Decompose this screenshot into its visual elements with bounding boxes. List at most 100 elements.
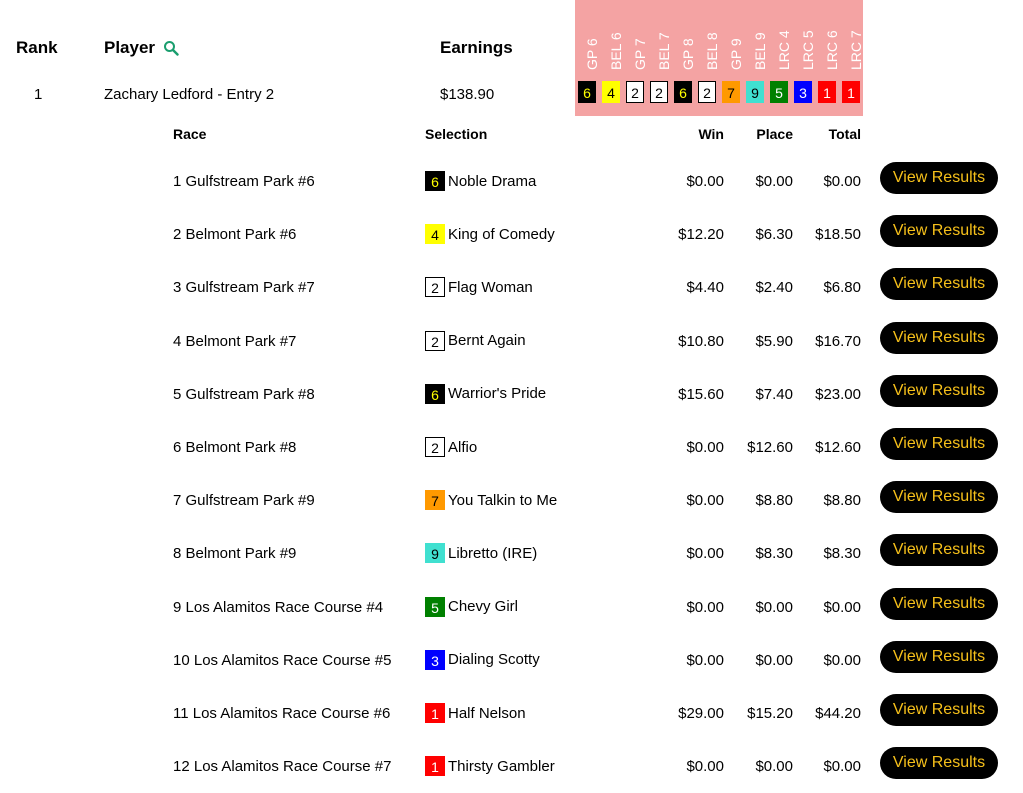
post-number-chip: 2: [425, 277, 445, 298]
view-results-button[interactable]: View Results: [880, 321, 998, 354]
win-amount: $0.00: [686, 492, 724, 510]
view-results-button[interactable]: View Results: [880, 268, 998, 301]
table-row: 1 Gulfstream Park #6 6 Noble Drama $0.00 $0.…: [0, 155, 1023, 208]
race-name: 9 Los Alamitos Race Course #4: [173, 598, 384, 616]
win-amount: $0.00: [686, 758, 724, 776]
race-name: 11 Los Alamitos Race Course #6: [173, 705, 391, 722]
total-amount: $8.80: [823, 492, 861, 510]
post-number-chip: 4: [425, 224, 445, 245]
race-name: 1 Gulfstream Park #6: [173, 173, 315, 190]
view-results-button[interactable]: View Results: [880, 428, 998, 460]
selection: 5 Chevy Girl: [425, 596, 519, 617]
race-name: 5 Gulfstream Park #8: [173, 385, 315, 403]
horse-name: You Talkin to Me: [448, 491, 558, 509]
table-row: 7 Gulfstream Park #9 7 You Talkin to Me $0.…: [0, 474, 1023, 527]
post-number-chip: 7: [425, 490, 445, 511]
win-amount: $0.00: [686, 439, 724, 456]
race-col-label: LRC 5: [800, 30, 816, 70]
table-row: 11 Los Alamitos Race Course #6 1 Half Nels…: [0, 687, 1023, 740]
player-header-label: Player: [104, 38, 156, 57]
horse-name: Half Nelson: [448, 704, 526, 722]
race-col-label: GP 6: [584, 38, 600, 70]
race-name: 10 Los Alamitos Race Course #5: [173, 651, 392, 669]
horse-name: Flag Woman: [448, 278, 533, 296]
selection: 2 Flag Woman: [425, 277, 533, 298]
selection: 7 You Talkin to Me: [425, 490, 558, 511]
selection: 4 King of Comedy: [425, 224, 555, 245]
earnings-header: Earnings: [440, 38, 513, 57]
race-col-label: LRC 6: [824, 30, 840, 70]
pick-chip: 7: [722, 81, 740, 103]
view-results-button[interactable]: View Results: [880, 534, 998, 567]
selection: 9 Libretto (IRE): [425, 543, 537, 564]
table-row: 8 Belmont Park #9 9 Libretto (IRE) $0.00 $8.…: [0, 527, 1023, 580]
entry-rank: 1: [34, 86, 43, 103]
total-amount: $0.00: [823, 173, 861, 190]
pick-chip: 2: [650, 81, 668, 103]
race-col-label: BEL 8: [704, 32, 720, 70]
race-col-header: Race: [173, 126, 207, 142]
view-results-button[interactable]: View Results: [880, 481, 998, 514]
race-name: 12 Los Alamitos Race Course #7: [173, 758, 392, 776]
table-row: 6 Belmont Park #8 2 Alfio $0.00 $12.60 $12.60…: [0, 421, 1023, 474]
view-results-button[interactable]: View Results: [880, 162, 998, 194]
race-name: 7 Gulfstream Park #9: [173, 492, 315, 510]
pick-chip: 2: [698, 81, 716, 103]
win-col-header: Win: [698, 126, 724, 142]
win-amount: $0.00: [686, 651, 724, 669]
view-results-button[interactable]: View Results: [880, 694, 998, 726]
total-amount: $44.20: [815, 705, 861, 722]
view-results-button[interactable]: View Results: [880, 587, 998, 620]
race-col-label: BEL 7: [656, 32, 672, 70]
total-amount: $0.00: [823, 758, 861, 776]
pick-chip: 5: [770, 81, 788, 103]
view-results-button[interactable]: View Results: [880, 747, 998, 780]
view-results-button[interactable]: View Results: [880, 374, 998, 407]
search-icon[interactable]: [163, 40, 179, 56]
post-number-chip: 9: [425, 543, 445, 564]
race-col-label: GP 8: [680, 38, 696, 70]
horse-name: King of Comedy: [448, 225, 555, 243]
race-col-label: GP 9: [728, 38, 744, 70]
horse-name: Bernt Again: [448, 332, 526, 350]
pick-chip: 1: [842, 81, 860, 103]
entry-player-name[interactable]: Zachary Ledford - Entry 2: [104, 86, 274, 103]
place-col-header: Place: [756, 126, 793, 142]
total-amount: $23.00: [815, 385, 861, 403]
selection: 3 Dialing Scotty: [425, 649, 540, 670]
view-results-button[interactable]: View Results: [880, 215, 998, 248]
total-amount: $0.00: [823, 651, 861, 669]
pick-chip: 4: [602, 81, 620, 103]
table-row: 2 Belmont Park #6 4 King of Comedy $12.20 $6…: [0, 208, 1023, 261]
horse-name: Chevy Girl: [448, 598, 519, 616]
race-name: 2 Belmont Park #6: [173, 226, 297, 244]
horse-name: Warrior's Pride: [448, 385, 547, 403]
race-name: 6 Belmont Park #8: [173, 439, 297, 456]
race-name: 8 Belmont Park #9: [173, 545, 297, 563]
total-amount: $8.30: [823, 545, 861, 563]
race-col-label: LRC 7: [848, 30, 864, 70]
selection: 1 Half Nelson: [425, 703, 526, 723]
win-amount: $15.60: [678, 385, 724, 403]
horse-name: Alfio: [448, 438, 478, 456]
selection: 6 Warrior's Pride: [425, 383, 547, 404]
win-amount: $4.40: [686, 279, 724, 297]
table-row: 10 Los Alamitos Race Course #5 3 Dialing S…: [0, 634, 1023, 687]
win-amount: $29.00: [678, 705, 724, 722]
horse-name: Thirsty Gambler: [448, 757, 555, 775]
pick-chip: 3: [794, 81, 812, 103]
pick-chip: 2: [626, 81, 644, 103]
pick-chip: 6: [578, 81, 596, 103]
selection: 2 Bernt Again: [425, 330, 526, 351]
win-amount: $10.80: [678, 332, 724, 350]
post-number-chip: 1: [425, 756, 445, 777]
selection: 2 Alfio: [425, 437, 477, 457]
table-row: 9 Los Alamitos Race Course #4 5 Chevy Girl…: [0, 581, 1023, 634]
race-name: 4 Belmont Park #7: [173, 332, 297, 350]
view-results-button[interactable]: View Results: [880, 640, 998, 673]
table-row: 5 Gulfstream Park #8 6 Warrior's Pride $15.…: [0, 368, 1023, 421]
total-col-header: Total: [828, 126, 861, 142]
post-number-chip: 2: [425, 437, 445, 457]
pick-chip: 1: [818, 81, 836, 103]
rank-header: Rank: [16, 38, 58, 57]
